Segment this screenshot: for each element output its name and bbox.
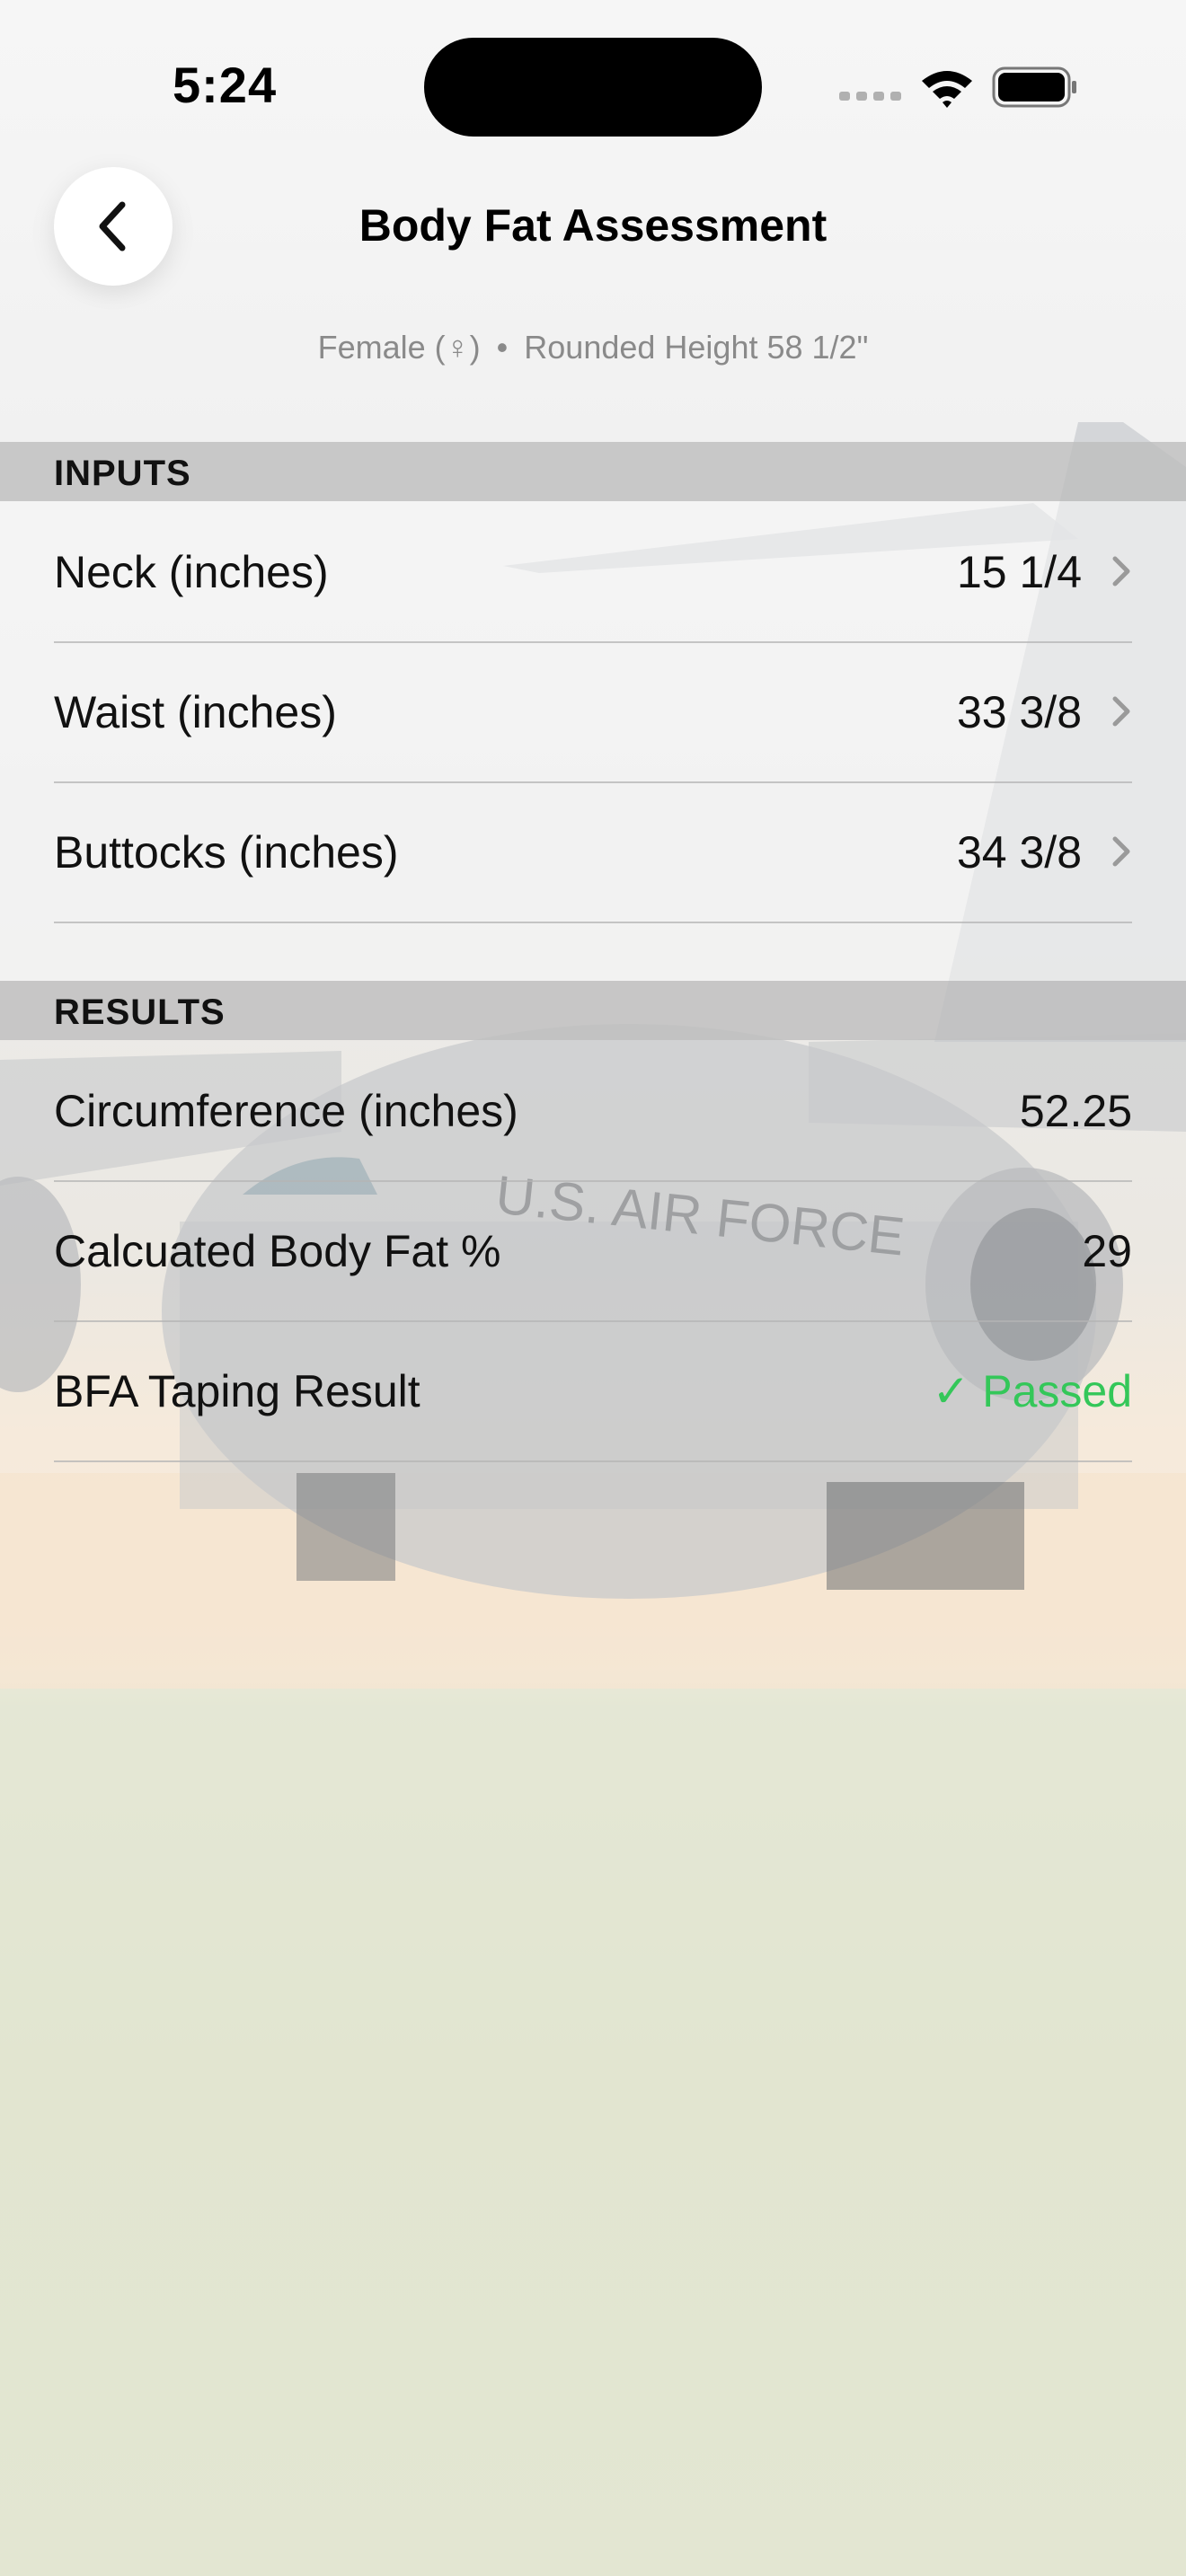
battery-icon (992, 66, 1076, 108)
chevron-right-icon (1112, 836, 1130, 867)
input-row-neck[interactable]: Neck (inches) 15 1/4 (54, 501, 1132, 643)
gender-label: Female (♀) (317, 329, 481, 366)
row-label: Waist (inches) (54, 687, 337, 737)
inputs-section-label: INPUTS (54, 454, 191, 493)
row-label: Neck (inches) (54, 547, 329, 597)
rounded-height-label: Rounded Height 58 1/2" (524, 329, 869, 366)
dynamic-island (424, 38, 762, 137)
row-value: 34 3/8 (956, 827, 1082, 878)
results-section-header: RESULTS (0, 981, 1186, 1040)
status-bar-time: 5:24 (173, 57, 278, 113)
inputs-section-header: INPUTS (0, 442, 1186, 501)
subtitle: Female (♀) • Rounded Height 58 1/2" (0, 329, 1186, 366)
row-value: 33 3/8 (956, 687, 1082, 737)
results-section-label: RESULTS (54, 992, 226, 1032)
row-label: Circumference (inches) (54, 1086, 518, 1136)
row-label: Buttocks (inches) (54, 827, 399, 878)
row-value: 52.25 (1019, 1086, 1132, 1136)
passed-status: ✓ Passed (932, 1366, 1132, 1416)
chevron-right-icon (1112, 696, 1130, 727)
chevron-right-icon (1112, 556, 1130, 587)
result-row-taping-result: BFA Taping Result ✓ Passed (54, 1320, 1132, 1462)
result-row-body-fat: Calcuated Body Fat % 29 (54, 1180, 1132, 1322)
wifi-icon (922, 71, 972, 108)
result-row-circumference: Circumference (inches) 52.25 (54, 1040, 1132, 1182)
row-label: Calcuated Body Fat % (54, 1226, 501, 1276)
row-value: 15 1/4 (956, 547, 1082, 597)
cellular-signal-icon (839, 92, 901, 101)
row-value: 29 (1082, 1226, 1132, 1276)
page-title: Body Fat Assessment (358, 200, 828, 251)
subtitle-separator: • (496, 329, 509, 366)
input-row-waist[interactable]: Waist (inches) 33 3/8 (54, 641, 1132, 783)
row-label: BFA Taping Result (54, 1366, 420, 1416)
input-row-buttocks[interactable]: Buttocks (inches) 34 3/8 (54, 781, 1132, 923)
